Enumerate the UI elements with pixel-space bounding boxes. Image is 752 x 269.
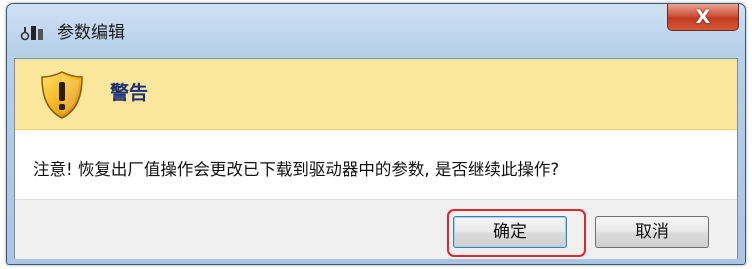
dialog-body: 警告 注意! 恢复出厂值操作会更改已下载到驱动器中的参数, 是否继续此操作? 确… (14, 58, 738, 259)
warning-shield-icon (41, 71, 83, 119)
title-bar[interactable]: 参数编辑 X (7, 4, 745, 58)
warning-title: 警告 (110, 82, 149, 104)
dialog-window: 参数编辑 X 警告 注意! 恢复出厂值操作会更改已下载到驱动器中的参数, 是否继… (6, 3, 746, 265)
window-title: 参数编辑 (57, 23, 125, 43)
warning-header: 警告 (15, 59, 737, 130)
warning-message: 注意! 恢复出厂值操作会更改已下载到驱动器中的参数, 是否继续此操作? (33, 160, 560, 179)
cancel-button[interactable]: 取消 (595, 216, 709, 248)
ok-button[interactable]: 确定 (453, 216, 567, 248)
button-bar: 确定 取消 (15, 199, 737, 259)
app-icon (20, 26, 43, 41)
close-button[interactable]: X (667, 4, 739, 31)
close-icon: X (695, 6, 711, 28)
